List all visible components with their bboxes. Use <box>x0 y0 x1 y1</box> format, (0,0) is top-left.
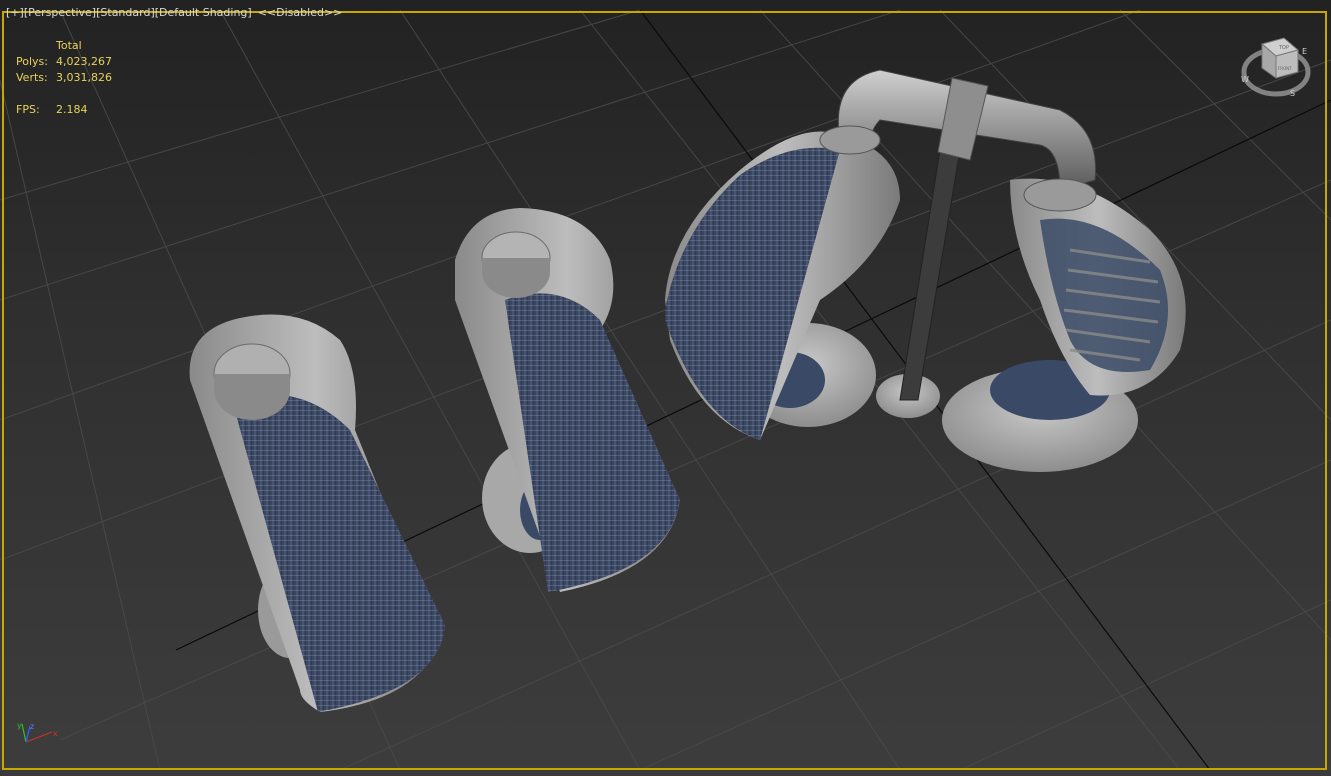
model-tower-middle[interactable] <box>455 208 680 592</box>
model-tower-left[interactable] <box>189 314 445 712</box>
viewport-preset-menu[interactable]: [Standard] <box>96 6 155 19</box>
viewport-shading-menu[interactable]: [Default Shading] <box>155 6 252 19</box>
model-arch-right[interactable] <box>665 69 1186 472</box>
axis-tripod-icon: x y z <box>17 721 58 743</box>
stats-polys-value: 4,023,267 <box>56 55 112 68</box>
stats-verts-label: Verts: <box>16 71 48 84</box>
stats-fps-label: FPS: <box>16 103 40 116</box>
stats-verts-value: 3,031,826 <box>56 71 112 84</box>
axis-x-label: x <box>53 729 58 738</box>
viewport-disabled-label: <<Disabled>> <box>257 6 343 19</box>
viewport-label-bar: [+][Perspective][Standard][Default Shadi… <box>6 6 342 19</box>
axis-y-label: y <box>17 721 22 730</box>
viewcube-front-label: FRONT <box>1278 66 1292 71</box>
viewcube-top-label: TOP <box>1278 45 1289 51</box>
scene-canvas[interactable] <box>0 0 1331 776</box>
stats-overlay: Total Polys: 4,023,267 Verts: 3,031,826 … <box>16 38 112 118</box>
compass-s: S <box>1290 89 1295 98</box>
compass-e: E <box>1302 47 1307 56</box>
axis-z-label: z <box>30 722 34 731</box>
stats-fps-value: 2.184 <box>56 103 88 116</box>
viewport-bottom-strip <box>0 770 1331 776</box>
viewport-plus-menu[interactable]: [+] <box>6 6 24 19</box>
stats-polys-label: Polys: <box>16 55 48 68</box>
viewport-pov-menu[interactable]: [Perspective] <box>24 6 96 19</box>
viewport-perspective[interactable]: [+][Perspective][Standard][Default Shadi… <box>0 0 1331 776</box>
compass-w: W <box>1241 75 1249 84</box>
viewcube[interactable]: TOP FRONT W S E <box>1238 32 1314 102</box>
stats-total-header: Total <box>56 39 82 52</box>
